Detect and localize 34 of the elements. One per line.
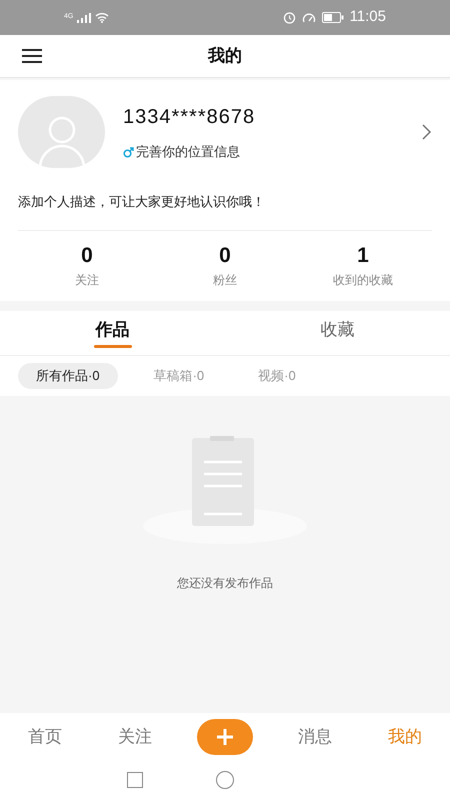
speed-icon [302,12,316,24]
page-title: 我的 [208,45,242,68]
nav-tab[interactable]: 我的 [388,724,422,750]
male-symbol-icon [123,146,134,158]
chevron-right-icon[interactable] [422,124,432,140]
menu-button[interactable] [22,48,42,64]
stat-label[interactable]: 粉丝 [213,270,237,288]
user-name: 1334****8678 [123,105,256,130]
battery-icon [322,12,344,23]
stat-value: 0 [219,242,231,268]
nav-tab[interactable]: 首页 [28,724,62,750]
home-button[interactable] [216,771,234,789]
stat-label[interactable]: 关注 [75,270,99,288]
content-tab[interactable]: 作品 [0,310,225,354]
filter-chip[interactable]: 所有作品·0 [18,362,118,388]
filter-chip[interactable]: 草稿箱·0 [136,362,222,388]
profile-row[interactable]: 1334****8678 完善你的位置信息 [18,80,432,184]
nav-tab[interactable]: 消息 [298,724,332,750]
wifi-icon [95,12,110,23]
add-button[interactable] [197,718,253,754]
recent-apps-button[interactable] [127,772,143,788]
stat-value: 0 [81,242,93,268]
alarm-icon [282,11,296,24]
filter-chip[interactable]: 视频·0 [240,362,314,388]
signal-icon [77,12,92,22]
content-tab[interactable]: 收藏 [225,310,450,354]
stat-value: 1 [357,242,369,268]
stat-label[interactable]: 收到的收藏 [333,270,393,288]
plus-icon [216,728,234,746]
profile-description[interactable]: 添加个人描述，可让大家更好地认识你哦！ [18,192,432,212]
clock-time: 11:05 [350,7,386,28]
empty-message: 您还没有发布作品 [177,574,273,592]
nav-tab[interactable]: 关注 [118,724,152,750]
location-hint[interactable]: 完善你的位置信息 [136,142,240,162]
